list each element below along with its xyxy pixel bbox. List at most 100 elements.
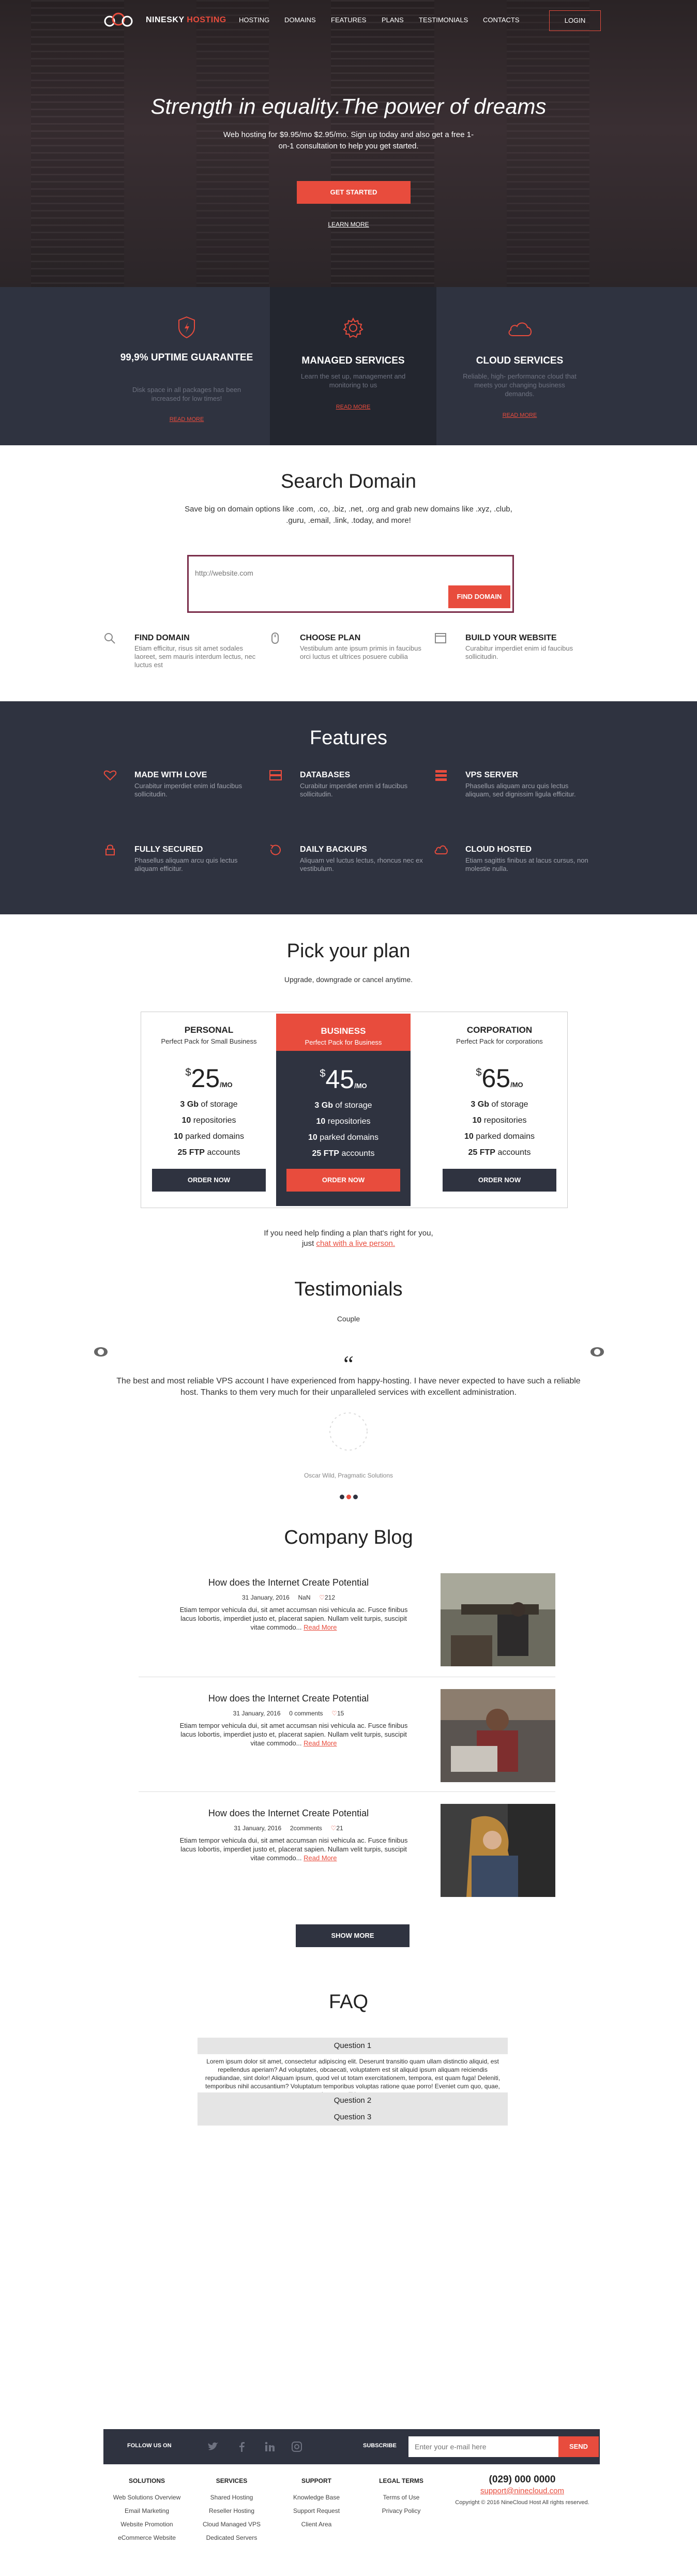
search-domain-description: Save big on domain options like .com, .c…	[185, 505, 512, 525]
gear-icon	[343, 317, 363, 338]
heart-icon: ♡	[319, 1594, 325, 1601]
plan-price: $45/MO	[320, 1065, 367, 1094]
brand-name-part1: NINESKY	[146, 16, 185, 24]
nav-plans[interactable]: PLANS	[382, 16, 404, 24]
twitter-icon[interactable]	[207, 2441, 219, 2453]
faq-question-3[interactable]: Question 3	[198, 2109, 508, 2126]
browser-icon	[435, 633, 446, 643]
feature-vps-server: VPS SERVER Phasellus aliquam arcu quis l…	[434, 770, 600, 812]
brand-name[interactable]: NINESKY HOSTING	[146, 16, 226, 25]
read-more-link[interactable]: Read More	[304, 1623, 337, 1631]
footer-link[interactable]: Privacy Policy	[360, 2504, 443, 2518]
footer-link[interactable]: Web Solutions Overview	[105, 2491, 188, 2504]
footer-link[interactable]: Terms of Use	[360, 2491, 443, 2504]
plan-domains-label: parked domains	[320, 1133, 379, 1142]
find-domain-button[interactable]: FIND DOMAIN	[448, 585, 510, 608]
hero-background-rack	[507, 0, 589, 287]
footer-link[interactable]: Cloud Managed VPS	[190, 2518, 273, 2531]
contact-email-link[interactable]: support@ninecloud.com	[455, 2487, 589, 2495]
read-more-link[interactable]: Read More	[304, 1739, 337, 1747]
instagram-icon[interactable]	[291, 2441, 303, 2453]
plan-price-value: 45	[325, 1065, 355, 1094]
blog-post-image[interactable]	[441, 1573, 555, 1666]
footer-column-heading: SERVICES	[216, 2477, 248, 2484]
domain-search-form: FIND DOMAIN	[187, 555, 514, 613]
faq-title: FAQ	[328, 1991, 369, 2013]
footer-link[interactable]: Dedicated Servers	[190, 2531, 273, 2544]
footer-link[interactable]: Knowledge Base	[275, 2491, 358, 2504]
service-managed: MANAGED SERVICES Learn the set up, manag…	[270, 287, 436, 445]
faq-question-1[interactable]: Question 1	[198, 2038, 508, 2054]
plan-domains: 10	[464, 1132, 474, 1141]
order-now-button[interactable]: ORDER NOW	[152, 1169, 266, 1192]
footer-contact: (029) 000 0000 support@ninecloud.com Cop…	[455, 2474, 589, 2506]
plan-features: 3 Gb of storage 10 repositories 10 parke…	[142, 1096, 276, 1161]
nav-hosting[interactable]: HOSTING	[239, 16, 269, 24]
footer-link[interactable]: Email Marketing	[105, 2504, 188, 2518]
footer-link[interactable]: Client Area	[275, 2518, 358, 2531]
get-started-button[interactable]: GET STARTED	[297, 181, 411, 204]
send-button[interactable]: SEND	[558, 2436, 599, 2457]
footer-column-heading: SUPPORT	[301, 2477, 331, 2484]
service-title: MANAGED SERVICES	[301, 355, 405, 366]
footer-link[interactable]: Support Request	[275, 2504, 358, 2518]
blog-post-image[interactable]	[441, 1689, 555, 1782]
nav-domains[interactable]: DOMAINS	[284, 16, 316, 24]
plan-ftp: 25 FTP	[177, 1148, 205, 1157]
footer-column-support: SUPPORT Knowledge Base Support Request C…	[275, 2474, 358, 2531]
blog-post-image[interactable]	[441, 1804, 555, 1897]
brand-logo-icon[interactable]	[103, 12, 133, 28]
footer-link[interactable]: Website Promotion	[105, 2518, 188, 2531]
nav-features[interactable]: FEATURES	[331, 16, 366, 24]
feature-title: MADE WITH LOVE	[134, 771, 207, 779]
carousel-dot[interactable]	[353, 1495, 358, 1499]
learn-more-link[interactable]: LEARN MORE	[0, 221, 697, 228]
domain-search-input[interactable]	[195, 563, 505, 583]
order-now-button[interactable]: ORDER NOW	[443, 1169, 556, 1192]
live-chat-link[interactable]: chat with a live person.	[316, 1239, 395, 1248]
post-excerpt-text: Etiam tempor vehicula dui, sit amet accu…	[179, 1722, 408, 1747]
newsletter-email-input[interactable]	[408, 2436, 558, 2457]
feature-description: Curabitur imperdiet enim id faucibus sol…	[134, 782, 243, 798]
plan-price-value: 65	[481, 1064, 511, 1093]
read-more-link[interactable]: READ MORE	[103, 416, 270, 423]
plan-features: 3 Gb of storage 10 repositories 10 parke…	[432, 1096, 567, 1161]
footer-link[interactable]: Reseller Hosting	[190, 2504, 273, 2518]
blog-post-title[interactable]: How does the Internet Create Potential	[139, 1808, 438, 1819]
feature-title: DAILY BACKUPS	[300, 845, 367, 854]
service-uptime: 99,9% UPTIME GUARANTEE Disk space in all…	[103, 287, 270, 445]
blog-post-excerpt: Etiam tempor vehicula dui, sit amet accu…	[175, 1721, 413, 1748]
avatar	[329, 1412, 368, 1451]
faq-question-2[interactable]: Question 2	[198, 2092, 508, 2109]
read-more-link[interactable]: Read More	[304, 1854, 337, 1862]
plan-repositories: 10	[181, 1116, 191, 1125]
facebook-icon[interactable]	[236, 2441, 248, 2453]
heart-icon: ♡	[331, 1710, 337, 1717]
blog-post-excerpt: Etiam tempor vehicula dui, sit amet accu…	[175, 1836, 413, 1862]
footer-column-legal: LEGAL TERMS Terms of Use Privacy Policy	[360, 2474, 443, 2518]
read-more-link[interactable]: READ MORE	[436, 412, 603, 418]
footer-link[interactable]: Shared Hosting	[190, 2491, 273, 2504]
footer-link[interactable]: eCommerce Website	[105, 2531, 188, 2544]
linkedin-icon[interactable]	[264, 2441, 276, 2453]
show-more-button[interactable]: SHOW MORE	[296, 1924, 410, 1947]
login-button[interactable]: LOGIN	[549, 10, 601, 31]
plan-domains: 10	[173, 1132, 183, 1141]
blog-post-meta: 31 January, 2016 0 comments ♡15	[139, 1710, 438, 1717]
nav-contacts[interactable]: CONTACTS	[483, 16, 520, 24]
blog-post-title[interactable]: How does the Internet Create Potential	[139, 1693, 438, 1704]
blog-post: How does the Internet Create Potential 3…	[139, 1791, 555, 1901]
plan-corporation: CORPORATION Perfect Pack for corporation…	[432, 1013, 567, 1207]
plan-ftp: 25 FTP	[312, 1149, 339, 1158]
blog-post-title[interactable]: How does the Internet Create Potential	[139, 1577, 438, 1588]
carousel-dot[interactable]	[340, 1495, 344, 1499]
step-find-domain: FIND DOMAIN Etiam efficitur, risus sit a…	[103, 631, 269, 672]
blog-post-excerpt: Etiam tempor vehicula dui, sit amet accu…	[175, 1605, 413, 1632]
carousel-dot-active[interactable]	[346, 1495, 351, 1499]
nav-testimonials[interactable]: TESTIMONIALS	[419, 16, 468, 24]
plan-help-line1: If you need help finding a plan that's r…	[264, 1229, 433, 1238]
order-now-button[interactable]: ORDER NOW	[286, 1169, 400, 1192]
read-more-link[interactable]: READ MORE	[270, 404, 436, 410]
plan-price: $65/MO	[476, 1064, 523, 1093]
features-section: Features MADE WITH LOVE Curabitur imperd…	[0, 701, 697, 914]
